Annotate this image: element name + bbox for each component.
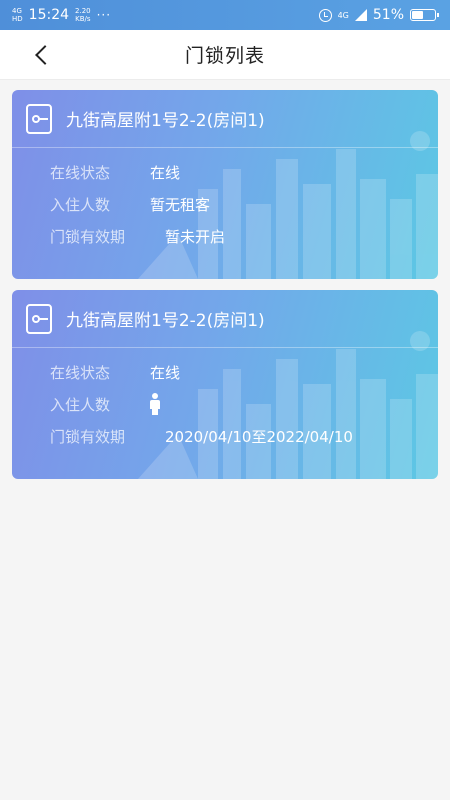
card-header: 九街高屋附1号2-2(房间1) bbox=[12, 90, 438, 148]
door-bar bbox=[39, 317, 48, 320]
back-button[interactable] bbox=[30, 30, 70, 80]
door-lock-card[interactable]: 九街高屋附1号2-2(房间1) 在线状态 在线 入住人数 暂无租客 门锁有效期 … bbox=[12, 90, 438, 279]
validity-row: 门锁有效期 2020/04/10至2022/04/10 bbox=[50, 420, 438, 452]
network-hd: HD bbox=[12, 15, 23, 23]
occupants-value: 暂无租客 bbox=[150, 195, 211, 214]
person-icon bbox=[150, 393, 160, 415]
nav-bar: 门锁列表 bbox=[0, 30, 450, 80]
card-header: 九街高屋附1号2-2(房间1) bbox=[12, 290, 438, 348]
online-status-value: 在线 bbox=[150, 163, 181, 182]
battery-fill bbox=[412, 11, 424, 19]
online-status-label: 在线状态 bbox=[50, 363, 111, 382]
occupants-row: 入住人数 bbox=[50, 388, 438, 420]
speed-value: 2.20 bbox=[75, 7, 91, 15]
door-icon bbox=[26, 103, 52, 134]
signal-label: 4G bbox=[337, 10, 349, 20]
occupants-label: 入住人数 bbox=[50, 195, 111, 214]
validity-value: 暂未开启 bbox=[165, 227, 226, 246]
battery-percent: 51% bbox=[372, 7, 404, 23]
network-indicator: 4G HD bbox=[12, 7, 23, 23]
more-notifications-icon: ··· bbox=[96, 8, 112, 22]
status-bar: 4G HD 15:24 2.20 KB/s ··· 4G 51% bbox=[0, 0, 450, 30]
alarm-icon bbox=[318, 8, 332, 22]
door-bar bbox=[39, 117, 48, 120]
status-left: 4G HD 15:24 2.20 KB/s ··· bbox=[12, 7, 111, 23]
network-type: 4G bbox=[12, 7, 22, 15]
clock: 15:24 bbox=[28, 7, 70, 23]
occupants-label: 入住人数 bbox=[50, 395, 111, 414]
online-status-value: 在线 bbox=[150, 363, 181, 382]
person-head bbox=[152, 393, 158, 399]
online-status-label: 在线状态 bbox=[50, 163, 111, 182]
card-body: 在线状态 在线 入住人数 暂无租客 门锁有效期 暂未开启 bbox=[12, 148, 438, 252]
page-title: 门锁列表 bbox=[184, 45, 265, 67]
room-title: 九街高屋附1号2-2(房间1) bbox=[66, 111, 265, 131]
validity-value: 2020/04/10至2022/04/10 bbox=[165, 427, 353, 446]
status-right: 4G 51% bbox=[318, 7, 439, 23]
door-lock-list: 九街高屋附1号2-2(房间1) 在线状态 在线 入住人数 暂无租客 门锁有效期 … bbox=[0, 80, 450, 479]
door-lock-card[interactable]: 九街高屋附1号2-2(房间1) 在线状态 在线 入住人数 门锁有效期 2020/… bbox=[12, 290, 438, 479]
speed-unit: KB/s bbox=[75, 15, 91, 23]
occupants-row: 入住人数 暂无租客 bbox=[50, 188, 438, 220]
online-status-row: 在线状态 在线 bbox=[50, 156, 438, 188]
signal-icon bbox=[354, 9, 367, 21]
person-legs bbox=[152, 408, 158, 415]
door-icon bbox=[26, 303, 52, 334]
validity-label: 门锁有效期 bbox=[50, 427, 126, 446]
battery-icon bbox=[410, 9, 439, 21]
validity-row: 门锁有效期 暂未开启 bbox=[50, 220, 438, 252]
online-status-row: 在线状态 在线 bbox=[50, 356, 438, 388]
card-body: 在线状态 在线 入住人数 门锁有效期 2020/04/10至2022/04/10 bbox=[12, 348, 438, 452]
room-title: 九街高屋附1号2-2(房间1) bbox=[66, 311, 265, 331]
network-speed: 2.20 KB/s bbox=[75, 7, 91, 23]
validity-label: 门锁有效期 bbox=[50, 227, 126, 246]
chevron-left-icon bbox=[35, 45, 55, 65]
